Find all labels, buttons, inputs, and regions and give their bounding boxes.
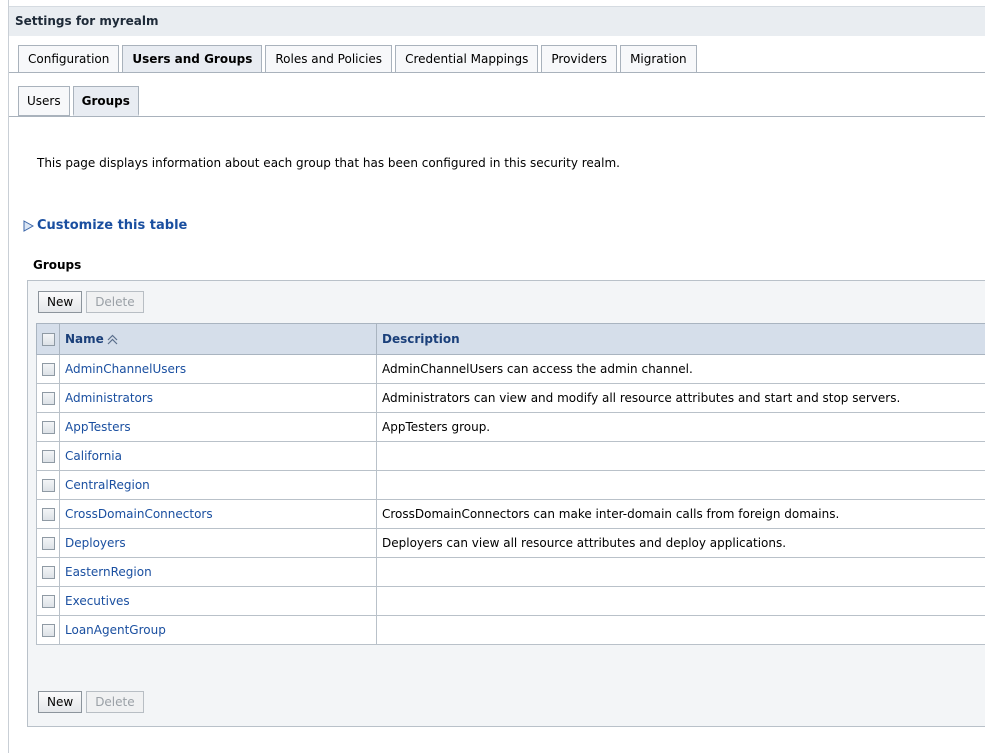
row-checkbox-cell <box>36 354 60 384</box>
name-cell: Executives <box>59 586 377 616</box>
row-checkbox-cell <box>36 441 60 471</box>
delete-button[interactable]: Delete <box>86 691 144 713</box>
sort-ascending-icon[interactable] <box>106 333 119 346</box>
description-cell: AppTesters group. <box>376 412 985 442</box>
row-checkbox[interactable] <box>41 363 55 376</box>
row-checkbox[interactable] <box>41 508 55 521</box>
name-cell: Administrators <box>59 383 377 413</box>
name-cell: California <box>59 441 377 471</box>
table-row: EasternRegion <box>36 557 985 587</box>
page-left-border <box>8 0 9 753</box>
group-name-link[interactable]: LoanAgentGroup <box>65 623 166 637</box>
group-name-link[interactable]: AdminChannelUsers <box>65 362 186 376</box>
top-button-bar: New Delete <box>38 291 148 313</box>
new-button[interactable]: New <box>38 691 83 713</box>
table-row: LoanAgentGroup <box>36 615 985 645</box>
group-name-link[interactable]: AppTesters <box>65 420 131 434</box>
row-checkbox-cell <box>36 615 60 645</box>
new-button[interactable]: New <box>38 291 83 313</box>
row-checkbox[interactable] <box>41 537 55 550</box>
row-checkbox[interactable] <box>41 595 55 608</box>
description-cell: CrossDomainConnectors can make inter-dom… <box>376 499 985 529</box>
group-name-link[interactable]: Executives <box>65 594 130 608</box>
groups-table-container: New Delete Name Description AdminChannel… <box>27 280 985 727</box>
description-cell <box>376 441 985 471</box>
description-cell <box>376 470 985 500</box>
name-column-header[interactable]: Name <box>59 323 377 355</box>
description-cell: Administrators can view and modify all r… <box>376 383 985 413</box>
group-name-link[interactable]: CrossDomainConnectors <box>65 507 213 521</box>
description-cell <box>376 557 985 587</box>
group-name-link[interactable]: Administrators <box>65 391 153 405</box>
page-title: Settings for myrealm <box>15 14 159 28</box>
tab-roles-and-policies[interactable]: Roles and Policies <box>265 45 393 73</box>
table-title: Groups <box>33 258 82 272</box>
sub-tabs: Users Groups <box>18 86 142 116</box>
name-cell: EasternRegion <box>59 557 377 587</box>
table-row: Deployers Deployers can view all resourc… <box>36 528 985 558</box>
table-row: CrossDomainConnectors CrossDomainConnect… <box>36 499 985 529</box>
subtab-groups[interactable]: Groups <box>72 86 139 116</box>
expand-triangle-icon <box>23 219 34 232</box>
description-cell: Deployers can view all resource attribut… <box>376 528 985 558</box>
row-checkbox-cell <box>36 412 60 442</box>
table-row: California <box>36 441 985 471</box>
subtab-users[interactable]: Users <box>18 86 70 116</box>
row-checkbox[interactable] <box>41 566 55 579</box>
customize-table-toggle[interactable]: Customize this table <box>22 218 187 233</box>
row-checkbox[interactable] <box>41 392 55 405</box>
group-name-link[interactable]: CentralRegion <box>65 478 150 492</box>
row-checkbox-cell <box>36 383 60 413</box>
description-cell <box>376 586 985 616</box>
row-checkbox-cell <box>36 499 60 529</box>
table-row: CentralRegion <box>36 470 985 500</box>
name-cell: CrossDomainConnectors <box>59 499 377 529</box>
row-checkbox-cell <box>36 557 60 587</box>
row-checkbox[interactable] <box>41 479 55 492</box>
customize-table-link[interactable]: Customize this table <box>37 218 187 233</box>
tab-migration[interactable]: Migration <box>620 45 697 73</box>
group-name-link[interactable]: California <box>65 449 122 463</box>
row-checkbox-cell <box>36 470 60 500</box>
table-row: AdminChannelUsers AdminChannelUsers can … <box>36 354 985 384</box>
main-tabs: Configuration Users and Groups Roles and… <box>18 45 700 73</box>
delete-button[interactable]: Delete <box>86 291 144 313</box>
name-cell: LoanAgentGroup <box>59 615 377 645</box>
name-column-label[interactable]: Name <box>65 332 104 346</box>
settings-header: Settings for myrealm <box>9 6 985 36</box>
tab-configuration[interactable]: Configuration <box>18 45 120 73</box>
bottom-button-bar: New Delete <box>38 691 148 713</box>
name-cell: Deployers <box>59 528 377 558</box>
select-all-cell <box>36 323 60 355</box>
row-checkbox[interactable] <box>41 624 55 637</box>
group-name-link[interactable]: Deployers <box>65 536 126 550</box>
row-checkbox-cell <box>36 586 60 616</box>
tab-credential-mappings[interactable]: Credential Mappings <box>395 45 539 73</box>
group-name-link[interactable]: EasternRegion <box>65 565 152 579</box>
page-description: This page displays information about eac… <box>37 156 620 170</box>
name-cell: CentralRegion <box>59 470 377 500</box>
tab-users-and-groups[interactable]: Users and Groups <box>122 45 263 73</box>
groups-table: Name Description AdminChannelUsers Admin… <box>36 323 985 645</box>
description-cell: AdminChannelUsers can access the admin c… <box>376 354 985 384</box>
tab-providers[interactable]: Providers <box>541 45 618 73</box>
subtabs-divider <box>9 116 985 117</box>
description-cell <box>376 615 985 645</box>
select-all-checkbox[interactable] <box>41 333 55 346</box>
row-checkbox[interactable] <box>41 421 55 434</box>
table-row: Executives <box>36 586 985 616</box>
row-checkbox[interactable] <box>41 450 55 463</box>
name-cell: AppTesters <box>59 412 377 442</box>
table-row: Administrators Administrators can view a… <box>36 383 985 413</box>
table-header-row: Name Description <box>36 323 985 355</box>
description-column-label[interactable]: Description <box>382 332 460 346</box>
row-checkbox-cell <box>36 528 60 558</box>
name-cell: AdminChannelUsers <box>59 354 377 384</box>
tabs-divider <box>9 72 985 73</box>
table-row: AppTesters AppTesters group. <box>36 412 985 442</box>
description-column-header[interactable]: Description <box>376 323 985 355</box>
